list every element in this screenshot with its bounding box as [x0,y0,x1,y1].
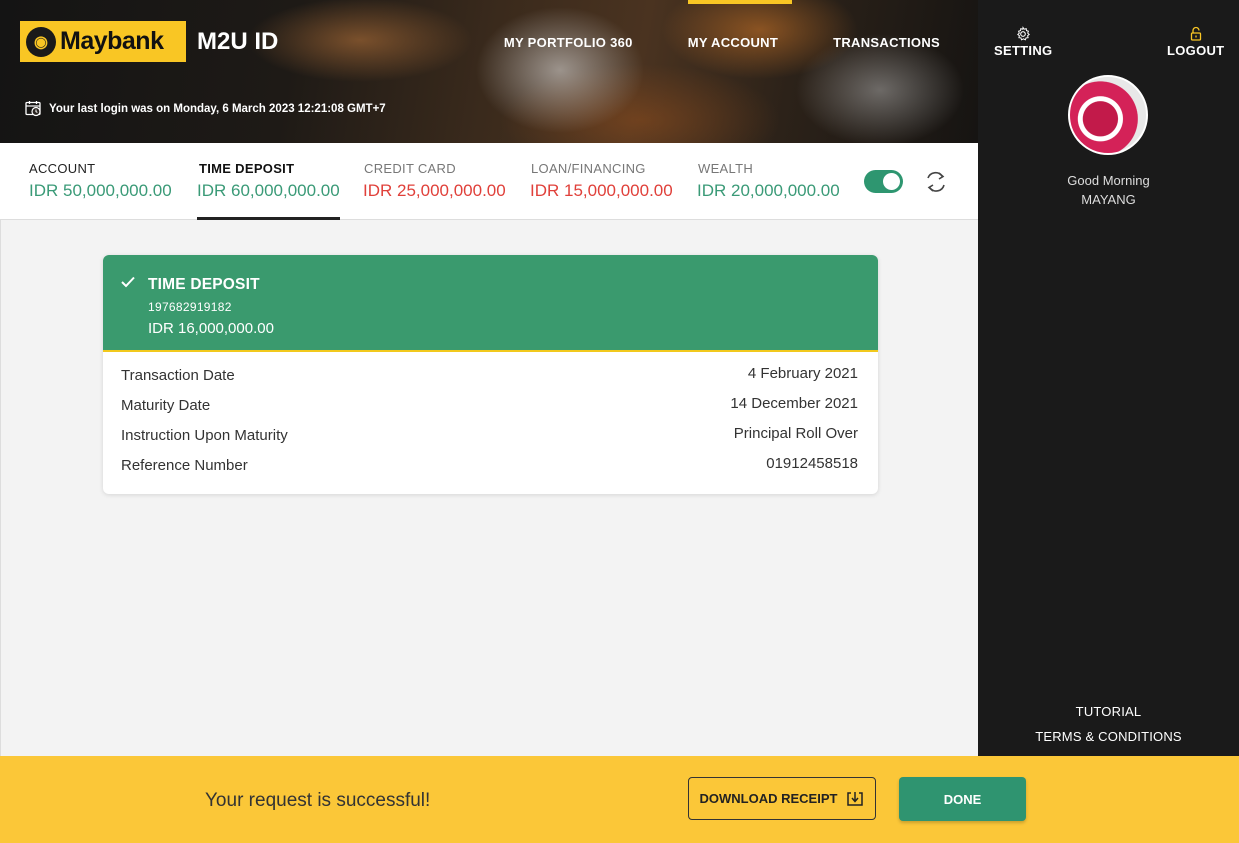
result-footer-bar: Your request is successful! DOWNLOAD REC… [0,756,1239,843]
summary-tab-loan-financing[interactable]: LOAN/FINANCING IDR 15,000,000.00 [530,143,673,220]
header-banner: ◉ Maybank M2U ID MY PORTFOLIO 360 MY ACC… [0,0,978,143]
download-receipt-button[interactable]: DOWNLOAD RECEIPT [688,777,876,820]
lock-icon [1190,26,1201,41]
done-button[interactable]: DONE [899,777,1026,821]
summary-tab-wealth[interactable]: WEALTH IDR 20,000,000.00 [697,143,840,220]
time-deposit-receipt-card: TIME DEPOSIT 197682919182 IDR 16,000,000… [103,255,878,494]
app-title: M2U ID [197,28,279,55]
deposit-amount: IDR 16,000,000.00 [148,320,274,337]
detail-row-instruction: Instruction Upon Maturity Principal Roll… [121,425,858,445]
detail-value: 01912458518 [766,455,858,472]
checkmark-icon [121,276,135,288]
detail-row-reference-number: Reference Number 01912458518 [121,455,858,475]
summary-label: TIME DEPOSIT [199,161,295,176]
logout-label: LOGOUT [1167,43,1225,58]
download-icon [847,791,864,806]
refresh-icon[interactable] [922,169,950,195]
last-login-text: Your last login was on Monday, 6 March 2… [49,102,386,115]
nav-transactions[interactable]: TRANSACTIONS [833,35,940,50]
user-sidebar: SETTING LOGOUT Good Morning MAYANG TUTOR… [978,0,1239,756]
detail-label: Instruction Upon Maturity [121,427,288,444]
download-receipt-label: DOWNLOAD RECEIPT [699,791,838,806]
maybank-logo[interactable]: ◉ Maybank [20,21,186,62]
toggle-knob [883,173,900,190]
card-header: TIME DEPOSIT 197682919182 IDR 16,000,000… [103,255,878,352]
summary-label: WEALTH [698,161,754,176]
last-login-info: Your last login was on Monday, 6 March 2… [25,100,386,117]
success-message: Your request is successful! [205,790,431,811]
greeting-text: Good Morning [1067,173,1150,188]
account-number: 197682919182 [148,300,232,314]
logo-text: Maybank [60,27,164,55]
detail-label: Reference Number [121,457,248,474]
detail-value: 14 December 2021 [730,395,858,412]
user-avatar[interactable] [1068,75,1148,155]
portfolio-summary-bar: ACCOUNT IDR 50,000,000.00 TIME DEPOSIT I… [0,143,978,220]
logout-button[interactable]: LOGOUT [1167,26,1224,58]
summary-value: IDR 50,000,000.00 [29,181,172,200]
summary-tab-credit-card[interactable]: CREDIT CARD IDR 25,000,000.00 [363,143,506,220]
detail-label: Maturity Date [121,397,211,414]
detail-label: Transaction Date [121,367,235,384]
summary-tab-time-deposit[interactable]: TIME DEPOSIT IDR 60,000,000.00 [197,143,340,220]
active-nav-indicator [688,0,792,4]
summary-label: LOAN/FINANCING [531,161,646,176]
setting-button[interactable]: SETTING [994,26,1052,58]
summary-value: IDR 15,000,000.00 [530,181,673,200]
tutorial-link[interactable]: TUTORIAL [978,704,1239,719]
gear-icon [1017,26,1031,41]
tiger-emblem-icon: ◉ [26,26,56,57]
setting-label: SETTING [994,43,1053,58]
detail-row-maturity-date: Maturity Date 14 December 2021 [121,395,858,415]
detail-value: Principal Roll Over [733,425,858,442]
detail-value: 4 February 2021 [747,365,858,382]
detail-row-transaction-date: Transaction Date 4 February 2021 [121,365,858,385]
card-title: TIME DEPOSIT [148,276,260,293]
balance-visibility-toggle[interactable] [864,170,903,193]
summary-value: IDR 25,000,000.00 [363,181,506,200]
summary-value: IDR 20,000,000.00 [697,181,840,200]
user-name: MAYANG [1081,192,1136,207]
summary-label: ACCOUNT [29,161,96,176]
summary-tab-account[interactable]: ACCOUNT IDR 50,000,000.00 [29,143,172,220]
main-nav: MY PORTFOLIO 360 MY ACCOUNT TRANSACTIONS [504,35,940,50]
summary-label: CREDIT CARD [364,161,456,176]
nav-my-account[interactable]: MY ACCOUNT [688,35,778,50]
calendar-clock-icon [25,101,41,117]
nav-my-portfolio[interactable]: MY PORTFOLIO 360 [504,35,633,50]
summary-value: IDR 60,000,000.00 [197,181,340,200]
terms-conditions-link[interactable]: TERMS & CONDITIONS [978,729,1239,744]
